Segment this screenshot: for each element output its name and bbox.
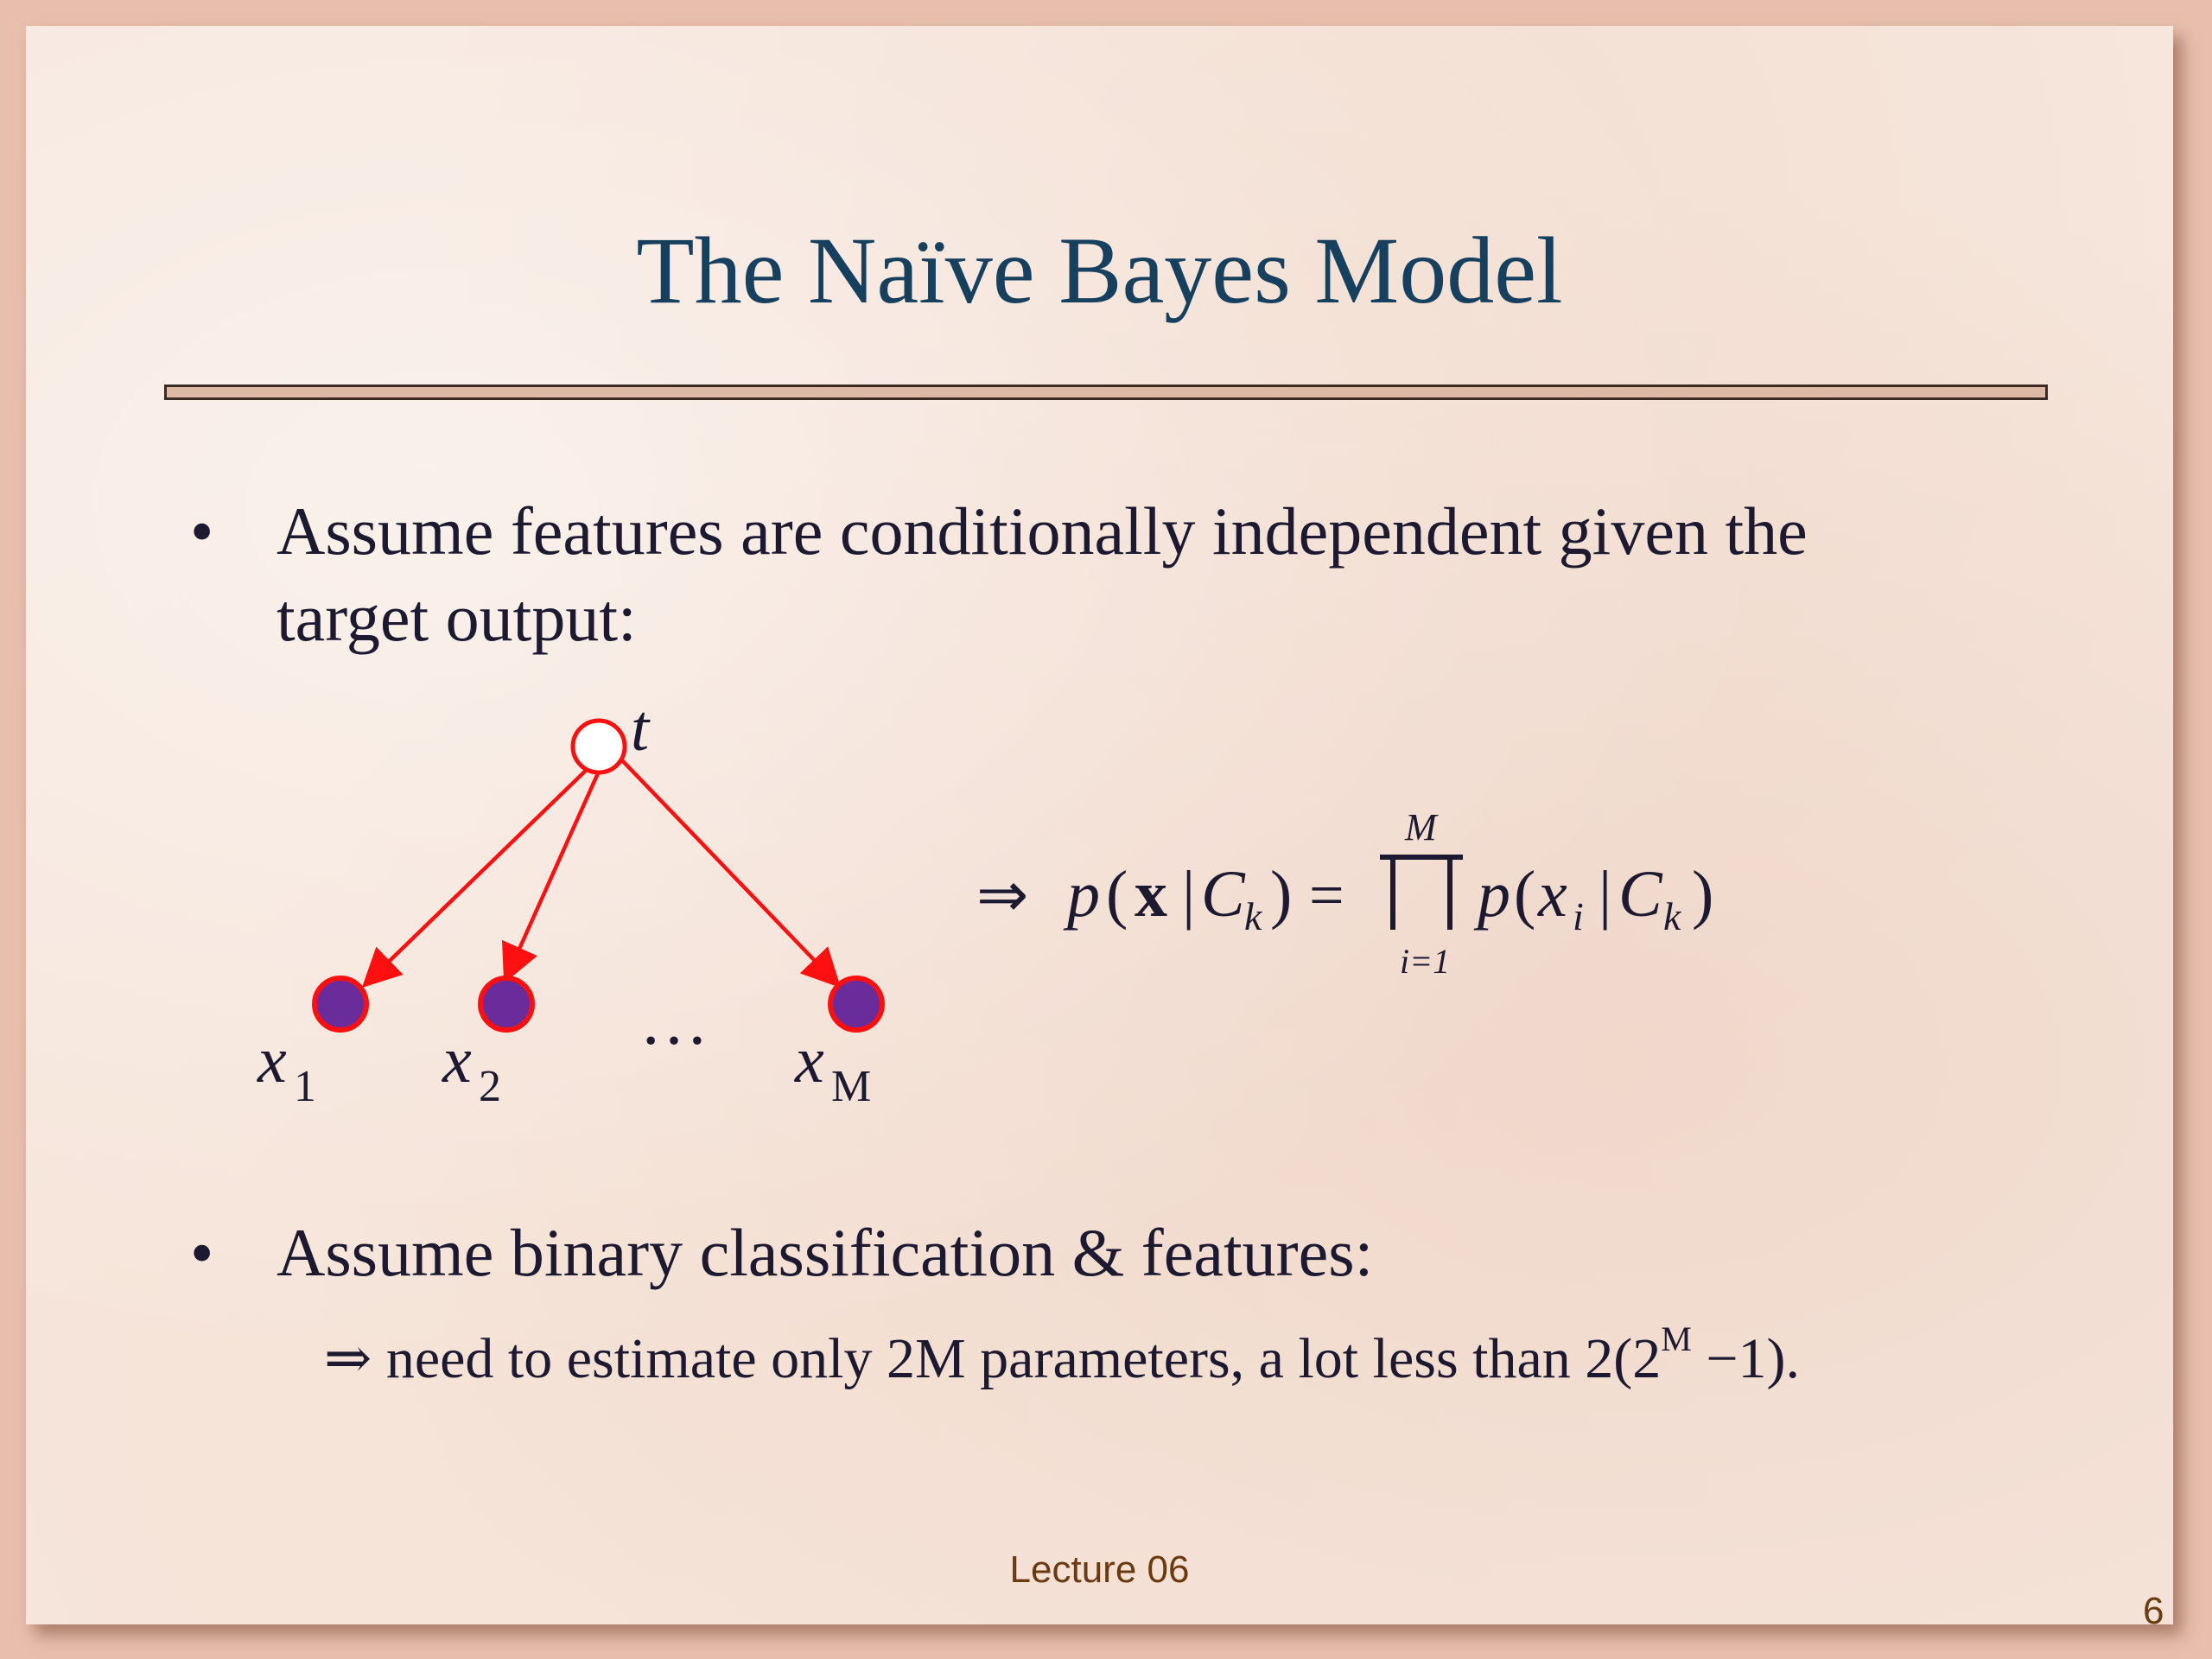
child-label-xM: x bbox=[794, 1024, 824, 1096]
edge-t-x2 bbox=[502, 765, 604, 984]
formula-lhs-C: C bbox=[1201, 858, 1246, 931]
edge-t-x1 bbox=[361, 759, 598, 988]
formula-rhs-lparen: ( bbox=[1514, 858, 1535, 931]
parent-label: t bbox=[631, 692, 651, 765]
formula-rhs-rparen: ) bbox=[1692, 858, 1713, 931]
child-node-x2 bbox=[478, 976, 535, 1033]
child-label-x1: x bbox=[257, 1024, 287, 1096]
formula-rhs-i: i bbox=[1573, 894, 1584, 938]
likelihood-formula: ⇒ p ( x | C k ) = M i=1 p ( x i | C k ) bbox=[976, 806, 1713, 981]
child-node-xM bbox=[828, 976, 885, 1033]
formula-rhs-k: k bbox=[1663, 894, 1682, 938]
ellipsis: … bbox=[639, 983, 709, 1059]
slide: The Naïve Bayes Model • Assume features … bbox=[26, 26, 2173, 1632]
product-upper-limit: M bbox=[1404, 806, 1439, 849]
naive-bayes-diagram: t x 1 x 2 x M … ⇒ p ( x | C k ) = M i=1 … bbox=[257, 692, 1713, 1111]
formula-lparen: ( bbox=[1106, 858, 1128, 931]
child-node-x1 bbox=[312, 976, 369, 1033]
formula-rhs-C: C bbox=[1618, 858, 1663, 931]
formula-rhs-x: x bbox=[1537, 858, 1567, 931]
edge-t-xM bbox=[620, 759, 842, 988]
formula-rhs-bar: | bbox=[1599, 858, 1611, 931]
formula-lhs-p: p bbox=[1063, 858, 1100, 931]
child-sub-xM: M bbox=[831, 1062, 871, 1111]
child-label-x2: x bbox=[442, 1024, 472, 1096]
child-sub-x1: 1 bbox=[294, 1062, 316, 1111]
formula-rhs-p: p bbox=[1473, 858, 1510, 931]
formula-lhs-k: k bbox=[1244, 894, 1263, 938]
product-lower-limit: i=1 bbox=[1400, 942, 1450, 981]
product-symbol-icon bbox=[1380, 855, 1463, 930]
formula-lhs-x: x bbox=[1135, 858, 1167, 931]
formula-bar: | bbox=[1182, 858, 1195, 931]
formula-equals: = bbox=[1309, 861, 1344, 930]
child-sub-x2: 2 bbox=[479, 1062, 501, 1111]
parent-node-t bbox=[570, 718, 627, 775]
formula-rparen: ) bbox=[1270, 858, 1292, 931]
formula-implies-icon: ⇒ bbox=[976, 861, 1028, 930]
